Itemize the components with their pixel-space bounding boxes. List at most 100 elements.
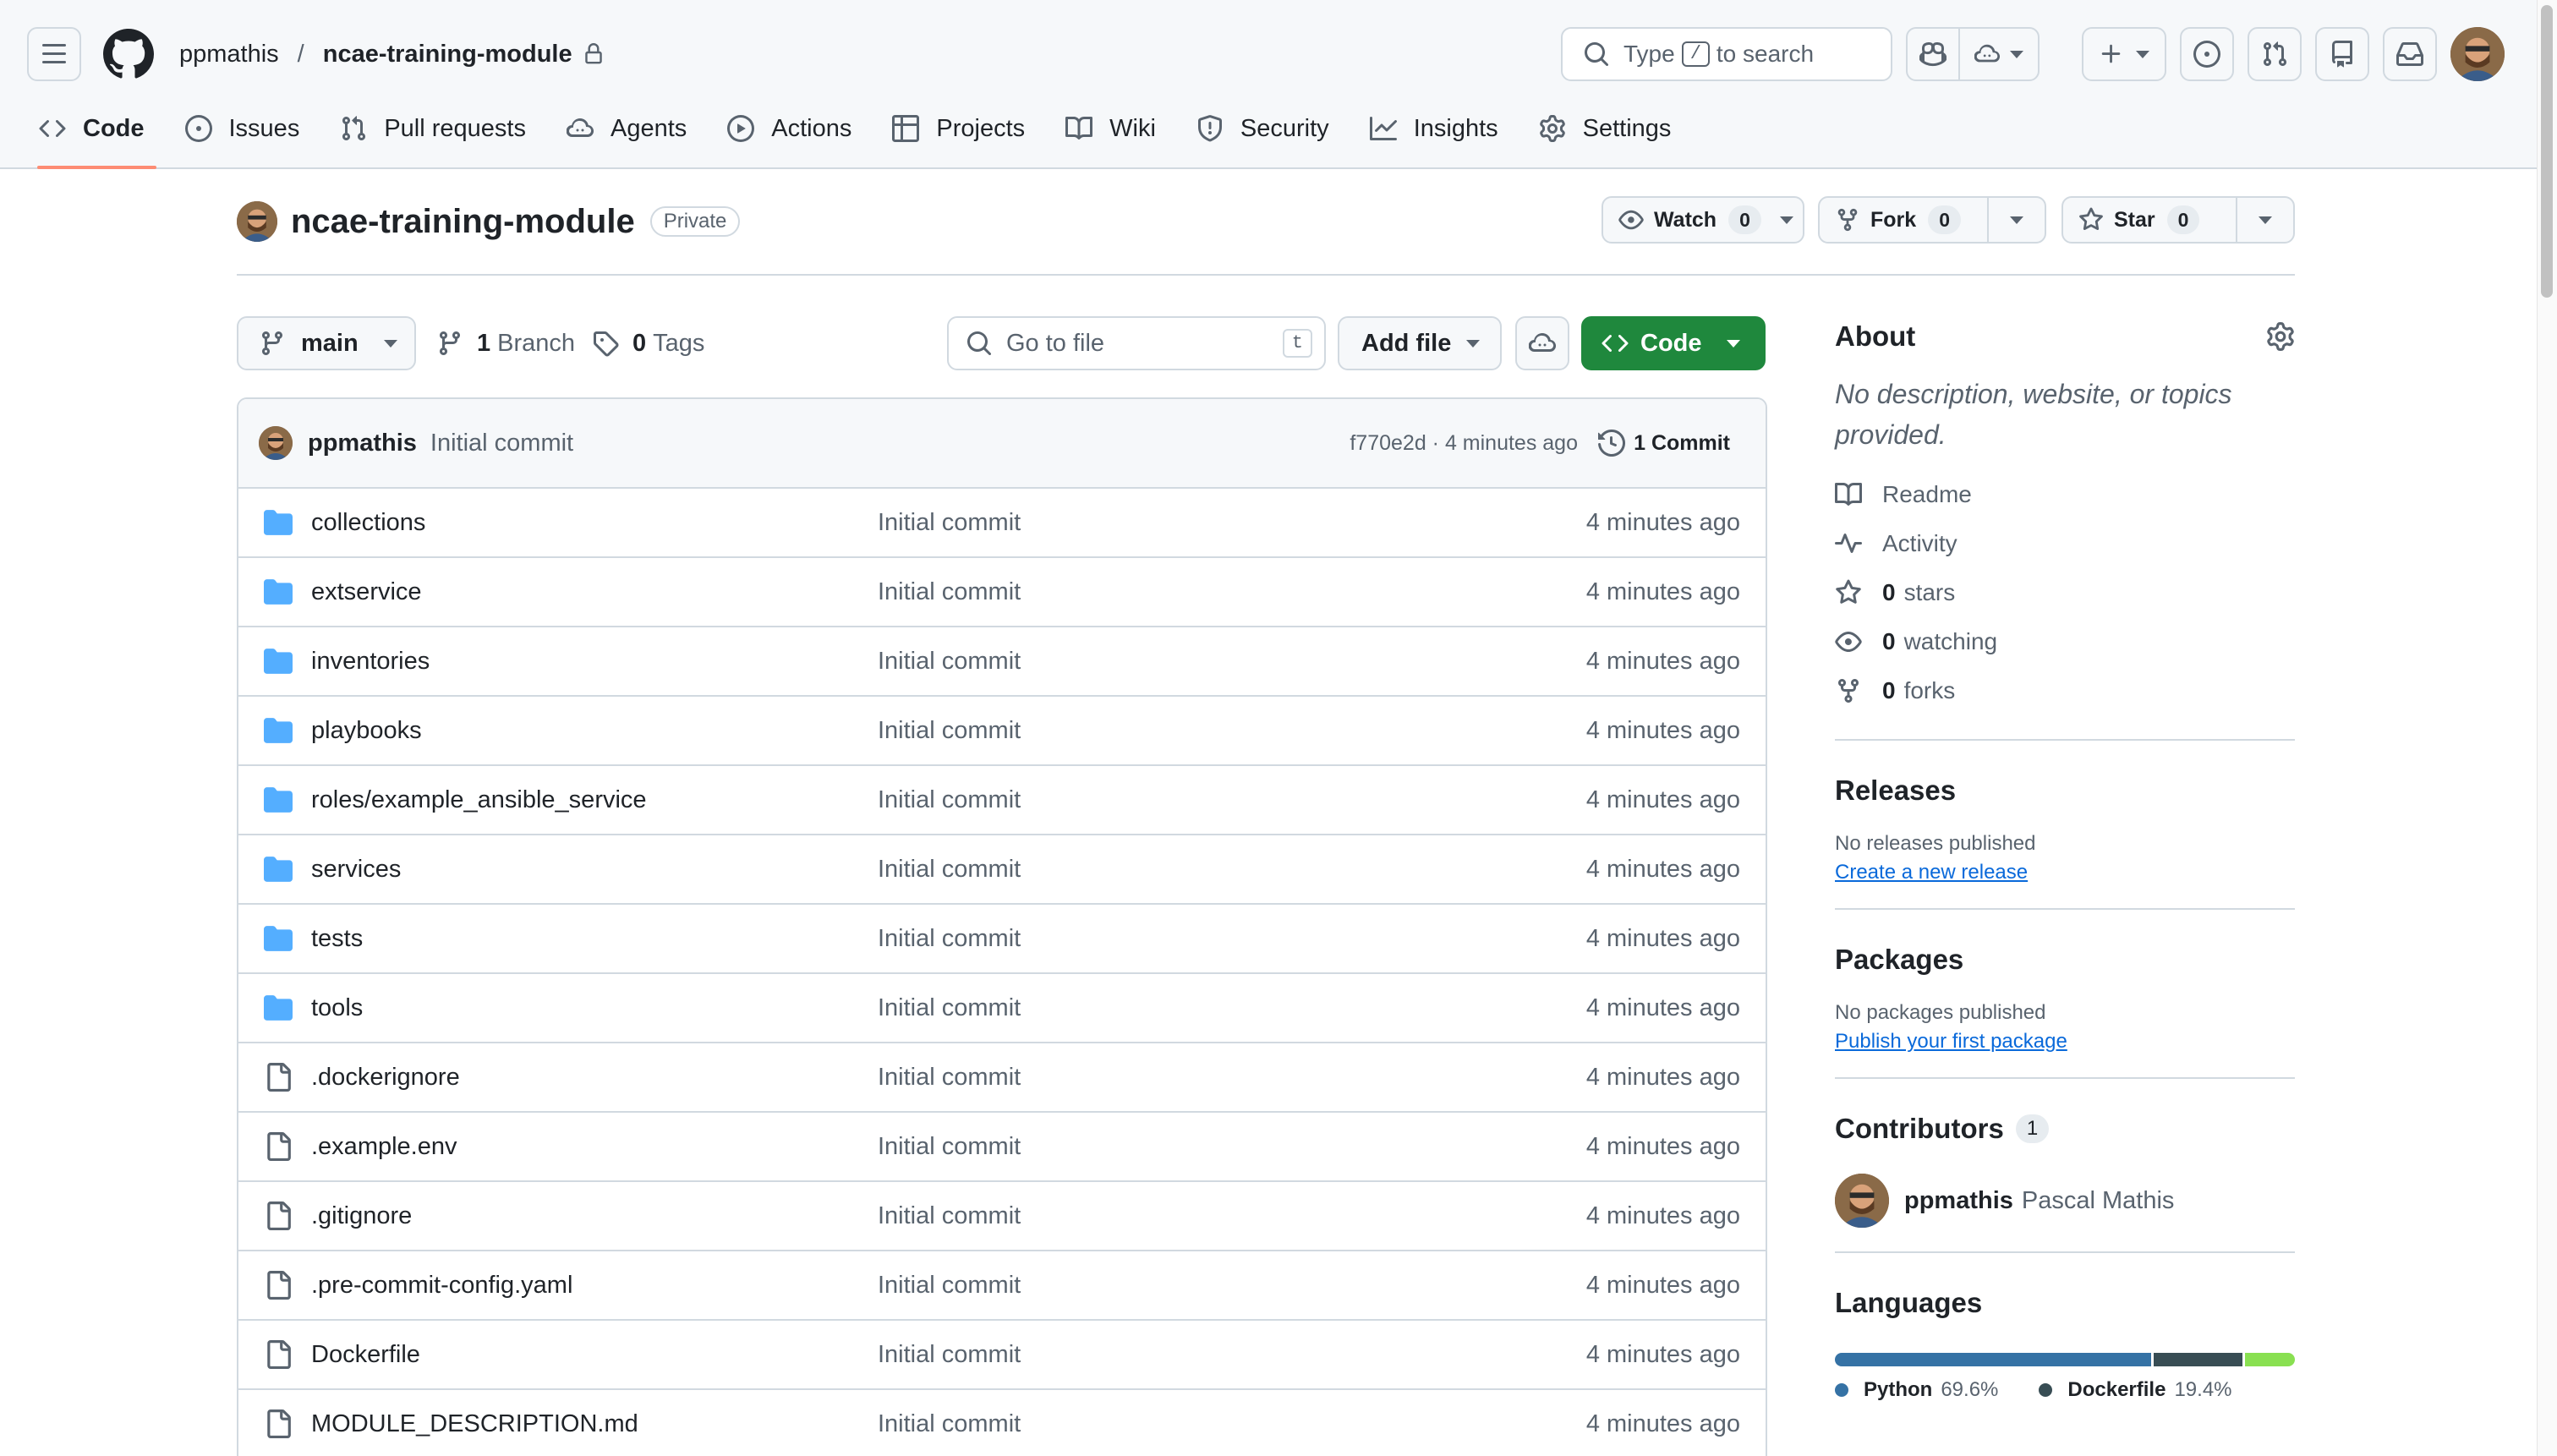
avatar-image — [1835, 1174, 1889, 1228]
file-commit-message[interactable]: Initial commit — [878, 994, 1021, 1022]
branch-selector[interactable]: main — [237, 316, 416, 370]
file-commit-message[interactable]: Initial commit — [878, 786, 1021, 814]
file-row[interactable]: services Initial commit 4 minutes ago — [238, 835, 1766, 905]
file-name[interactable]: inventories — [311, 648, 430, 676]
tab-insights[interactable]: Insights — [1369, 105, 1498, 152]
file-row[interactable]: MODULE_DESCRIPTION.md Initial commit 4 min… — [238, 1390, 1766, 1456]
pull-requests-button[interactable] — [2248, 27, 2302, 81]
tab-wiki[interactable]: Wiki — [1065, 105, 1156, 152]
releases-title[interactable]: Releases — [1835, 775, 2295, 807]
user-avatar[interactable] — [2450, 27, 2505, 81]
tab-projects[interactable]: Projects — [892, 105, 1025, 152]
add-file-button[interactable]: Add file — [1338, 316, 1502, 370]
readme-link[interactable]: Readme — [1835, 470, 2295, 519]
file-name[interactable]: playbooks — [311, 717, 422, 745]
tab-issues[interactable]: Issues — [184, 105, 299, 152]
file-name[interactable]: .pre-commit-config.yaml — [311, 1272, 572, 1300]
fork-dropdown-button[interactable] — [1987, 198, 2045, 242]
file-commit-message[interactable]: Initial commit — [878, 856, 1021, 884]
file-name[interactable]: extservice — [311, 578, 422, 606]
go-to-file-input[interactable]: Go to file t — [947, 316, 1326, 370]
file-commit-message[interactable]: Initial commit — [878, 648, 1021, 676]
file-row[interactable]: tests Initial commit 4 minutes ago — [238, 905, 1766, 974]
owner-link[interactable]: ppmathis — [179, 41, 279, 68]
publish-package-link[interactable]: Publish your first package — [1835, 1030, 2067, 1054]
forks-link[interactable]: 0 forks — [1835, 666, 2295, 715]
language-item[interactable]: Python 69.6% — [1835, 1378, 1998, 1402]
commits-link[interactable]: 1 Commit — [1598, 430, 1730, 457]
copilot-button[interactable] — [1906, 27, 1960, 81]
search-input[interactable]: Type / to search — [1561, 27, 1892, 81]
code-button[interactable]: Code — [1581, 316, 1766, 370]
create-new-button[interactable] — [2082, 27, 2166, 81]
file-name[interactable]: .dockerignore — [311, 1064, 460, 1092]
file-name[interactable]: tools — [311, 994, 363, 1022]
file-name[interactable]: .gitignore — [311, 1202, 412, 1230]
create-release-link[interactable]: Create a new release — [1835, 861, 2028, 884]
language-item[interactable]: Dockerfile 19.4% — [2039, 1378, 2232, 1402]
file-row[interactable]: extservice Initial commit 4 minutes ago — [238, 558, 1766, 627]
tab-settings[interactable]: Settings — [1539, 105, 1671, 152]
tab-code[interactable]: Code — [37, 105, 156, 169]
commit-sha-time[interactable]: f770e2d · 4 minutes ago — [1350, 431, 1578, 456]
file-commit-message[interactable]: Initial commit — [878, 1202, 1021, 1230]
file-commit-message[interactable]: Initial commit — [878, 578, 1021, 606]
file-name[interactable]: Dockerfile — [311, 1341, 420, 1369]
file-name[interactable]: roles/example_ansible_service — [311, 786, 647, 814]
commit-author-avatar[interactable] — [259, 426, 293, 460]
tab-actions[interactable]: Actions — [727, 105, 851, 152]
file-commit-message[interactable]: Initial commit — [878, 1341, 1021, 1369]
file-row[interactable]: roles/example_ansible_service Initial com… — [238, 766, 1766, 835]
star-button[interactable]: Star 0 — [2063, 198, 2236, 242]
file-name[interactable]: MODULE_DESCRIPTION.md — [311, 1410, 638, 1438]
watchers-link[interactable]: 0 watching — [1835, 617, 2295, 666]
stars-link[interactable]: 0 stars — [1835, 568, 2295, 617]
star-dropdown-button[interactable] — [2236, 198, 2293, 242]
file-name[interactable]: .example.env — [311, 1133, 457, 1161]
watch-button[interactable]: Watch 0 — [1603, 198, 1807, 242]
packages-title[interactable]: Packages — [1835, 944, 2295, 976]
file-row[interactable]: Dockerfile Initial commit 4 minutes ago — [238, 1321, 1766, 1390]
file-commit-message[interactable]: Initial commit — [878, 925, 1021, 953]
commit-author[interactable]: ppmathis — [308, 430, 417, 457]
file-row[interactable]: tools Initial commit 4 minutes ago — [238, 974, 1766, 1043]
fork-button[interactable]: Fork 0 — [1820, 198, 1987, 242]
repositories-button[interactable] — [2315, 27, 2369, 81]
file-commit-message[interactable]: Initial commit — [878, 509, 1021, 537]
owner-avatar[interactable] — [237, 201, 277, 242]
contributor-item[interactable]: ppmathis Pascal Mathis — [1835, 1174, 2295, 1228]
file-row[interactable]: .gitignore Initial commit 4 minutes ago — [238, 1182, 1766, 1251]
scrollbar-thumb[interactable] — [2541, 5, 2553, 298]
gear-icon[interactable] — [2266, 322, 2295, 351]
file-commit-message[interactable]: Initial commit — [878, 1064, 1021, 1092]
file-commit-message[interactable]: Initial commit — [878, 1272, 1021, 1300]
file-row[interactable]: inventories Initial commit 4 minutes ago — [238, 627, 1766, 697]
file-name[interactable]: tests — [311, 925, 363, 953]
activity-link[interactable]: Activity — [1835, 519, 2295, 568]
tags-link[interactable]: 0 Tags — [592, 320, 704, 367]
file-name[interactable]: services — [311, 856, 401, 884]
codespace-button[interactable] — [1515, 316, 1569, 370]
file-row[interactable]: playbooks Initial commit 4 minutes ago — [238, 697, 1766, 766]
tab-agents[interactable]: Agents — [566, 105, 687, 152]
branches-link[interactable]: 1 Branch — [436, 320, 575, 367]
file-commit-message[interactable]: Initial commit — [878, 717, 1021, 745]
tab-pull-requests[interactable]: Pull requests — [340, 105, 526, 152]
contributors-title[interactable]: Contributors 1 — [1835, 1113, 2295, 1145]
file-commit-message[interactable]: Initial commit — [878, 1133, 1021, 1161]
repo-link[interactable]: ncae-training-module — [323, 41, 572, 68]
agent-menu-button[interactable] — [1958, 27, 2040, 81]
inbox-button[interactable] — [2383, 27, 2437, 81]
file-row[interactable]: collections Initial commit 4 minutes ago — [238, 489, 1766, 558]
tab-security[interactable]: Security — [1196, 105, 1329, 152]
github-logo-icon[interactable] — [103, 29, 154, 79]
file-row[interactable]: .dockerignore Initial commit 4 minutes ago — [238, 1043, 1766, 1113]
commit-message[interactable]: Initial commit — [430, 430, 573, 457]
file-name[interactable]: collections — [311, 509, 425, 537]
file-commit-message[interactable]: Initial commit — [878, 1410, 1021, 1438]
issues-button[interactable] — [2180, 27, 2234, 81]
file-row[interactable]: .pre-commit-config.yaml Initial commit 4 m… — [238, 1251, 1766, 1321]
repo-name[interactable]: ncae-training-module — [291, 203, 635, 241]
file-row[interactable]: .example.env Initial commit 4 minutes ago — [238, 1113, 1766, 1182]
menu-button[interactable] — [27, 27, 81, 81]
